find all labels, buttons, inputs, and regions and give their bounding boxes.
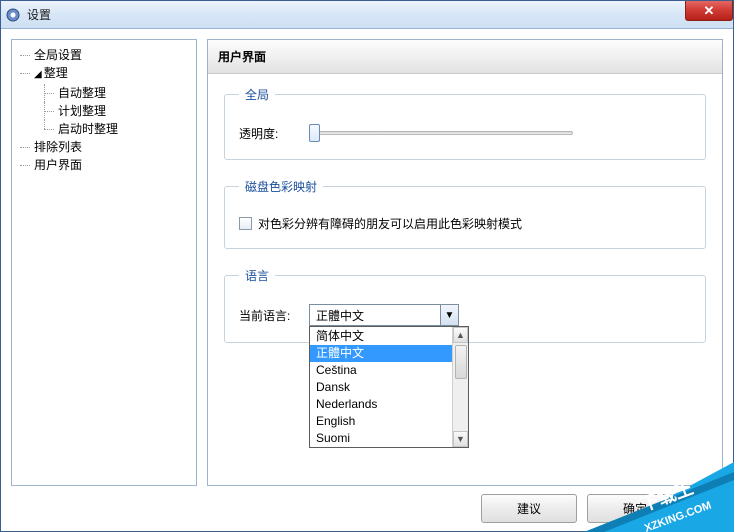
close-button[interactable]: ✕: [685, 1, 733, 21]
slider-thumb[interactable]: [309, 124, 320, 142]
tree-item-organize[interactable]: 整理: [44, 66, 68, 80]
slider-rail: [315, 131, 573, 135]
language-combo-wrap: 正體中文 ▼ 简体中文 正體中文 Ceština Dansk: [309, 304, 459, 326]
language-option[interactable]: 正體中文: [310, 345, 452, 362]
language-option[interactable]: Suomi: [310, 430, 452, 447]
language-selected-text: 正體中文: [310, 307, 440, 324]
language-option-list: 简体中文 正體中文 Ceština Dansk Nederlands Engli…: [310, 327, 452, 447]
chevron-down-icon[interactable]: ▼: [440, 305, 458, 325]
nav-tree: 全局设置 ◢整理 自动整理 计划整理 启动时整理: [16, 46, 192, 174]
window-title: 设置: [27, 6, 51, 23]
language-dropdown: 简体中文 正體中文 Ceština Dansk Nederlands Engli…: [309, 326, 469, 448]
language-combobox[interactable]: 正體中文 ▼: [309, 304, 459, 326]
panel-title: 用户界面: [208, 40, 722, 74]
fieldset-language-legend: 语言: [239, 267, 275, 284]
window-body: 全局设置 ◢整理 自动整理 计划整理 启动时整理: [1, 29, 733, 531]
tree-item-user-interface[interactable]: 用户界面: [34, 158, 82, 172]
tree-item-startup-organize[interactable]: 启动时整理: [58, 122, 118, 136]
language-option[interactable]: English: [310, 413, 452, 430]
transparency-slider[interactable]: [309, 123, 579, 143]
tree-item-exclusion-list[interactable]: 排除列表: [34, 140, 82, 154]
language-option[interactable]: Ceština: [310, 362, 452, 379]
current-language-label: 当前语言:: [239, 307, 299, 324]
panel-body: 全局 透明度: 磁盘色彩映射 对色彩分: [208, 74, 722, 373]
fieldset-global: 全局 透明度:: [224, 86, 706, 160]
ok-button[interactable]: 确定: [587, 494, 683, 523]
language-option[interactable]: 简体中文: [310, 328, 452, 345]
app-icon: [5, 7, 21, 23]
button-bar: 建议 确定: [11, 494, 723, 523]
colorblind-checkbox[interactable]: [239, 217, 252, 230]
fieldset-global-legend: 全局: [239, 86, 275, 103]
content-pane: 用户界面 全局 透明度: 磁盘色彩映射: [207, 39, 723, 486]
language-option[interactable]: Dansk: [310, 379, 452, 396]
fieldset-language: 语言 当前语言: 正體中文 ▼ 简体中文: [224, 267, 706, 343]
tree-item-auto-organize[interactable]: 自动整理: [58, 86, 106, 100]
tree-item-global-settings[interactable]: 全局设置: [34, 48, 82, 62]
tree-item-scheduled-organize[interactable]: 计划整理: [58, 104, 106, 118]
main-area: 全局设置 ◢整理 自动整理 计划整理 启动时整理: [11, 39, 723, 486]
suggest-button[interactable]: 建议: [481, 494, 577, 523]
tree-expander-icon[interactable]: ◢: [34, 69, 42, 80]
scroll-down-icon[interactable]: ▼: [453, 431, 468, 447]
settings-window: 设置 ✕ 全局设置 ◢整理 自动: [0, 0, 734, 532]
scroll-thumb[interactable]: [455, 345, 467, 379]
scroll-up-icon[interactable]: ▲: [453, 327, 468, 343]
close-icon: ✕: [704, 3, 715, 19]
language-option[interactable]: Nederlands: [310, 396, 452, 413]
fieldset-colormap-legend: 磁盘色彩映射: [239, 178, 323, 195]
colorblind-checkbox-label: 对色彩分辨有障碍的朋友可以启用此色彩映射模式: [258, 215, 522, 232]
nav-tree-pane: 全局设置 ◢整理 自动整理 计划整理 启动时整理: [11, 39, 197, 486]
fieldset-colormap: 磁盘色彩映射 对色彩分辨有障碍的朋友可以启用此色彩映射模式: [224, 178, 706, 249]
dropdown-scrollbar[interactable]: ▲ ▼: [452, 327, 468, 447]
titlebar[interactable]: 设置 ✕: [1, 1, 733, 29]
transparency-label: 透明度:: [239, 125, 299, 142]
